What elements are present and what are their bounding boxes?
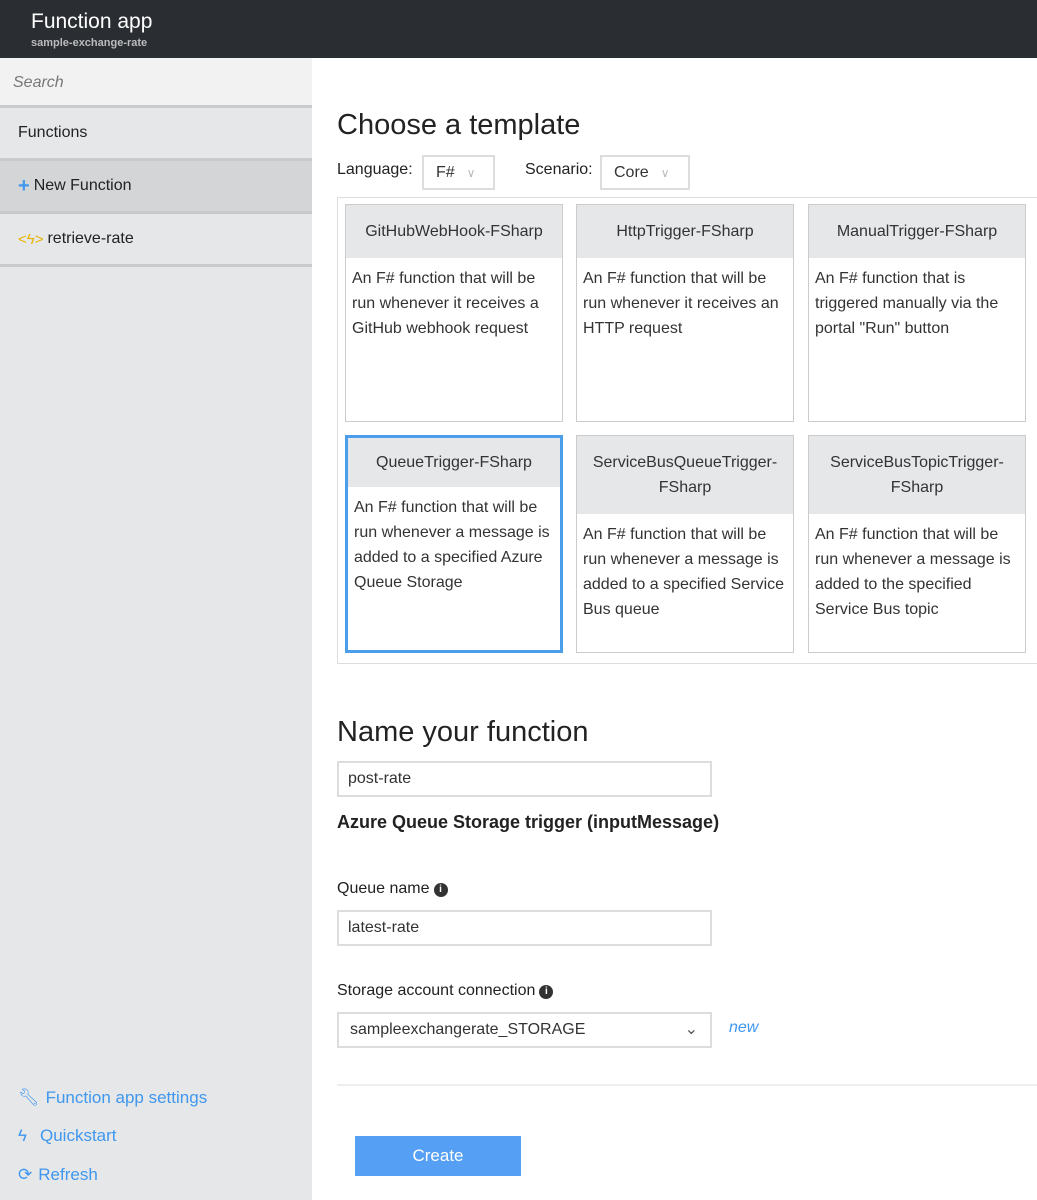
template-name: ManualTrigger-FSharp xyxy=(809,205,1025,258)
template-name: QueueTrigger-FSharp xyxy=(348,438,560,487)
link-label: Quickstart xyxy=(40,1126,117,1145)
create-button[interactable]: Create xyxy=(355,1136,521,1176)
page-title: Choose a template xyxy=(337,109,581,141)
refresh-icon: ⟳ xyxy=(18,1165,33,1184)
template-name: HttpTrigger-FSharp xyxy=(577,205,793,258)
sidebar-item-retrieve-rate[interactable]: <ϟ> retrieve-rate xyxy=(0,214,312,267)
template-card[interactable]: ServiceBusTopicTrigger-FSharp An F# funct… xyxy=(808,435,1026,653)
sidebar-item-label: Functions xyxy=(18,124,88,141)
function-name-input[interactable]: post-rate xyxy=(337,761,712,797)
app-subtitle: sample-exchange-rate xyxy=(31,37,148,49)
sidebar-item-functions[interactable]: Functions xyxy=(0,108,312,161)
trigger-title: Azure Queue Storage trigger (inputMessag… xyxy=(337,812,720,832)
queue-name-label: Queue name i xyxy=(337,880,448,898)
search-input[interactable]: Search xyxy=(0,58,312,108)
template-name: ServiceBusQueueTrigger-FSharp xyxy=(577,436,793,514)
name-section-title: Name your function xyxy=(337,716,589,748)
template-name: GitHubWebHook-FSharp xyxy=(346,205,562,258)
scenario-label: Scenario: xyxy=(525,161,593,178)
link-label: Refresh xyxy=(38,1165,98,1184)
scenario-value: Core xyxy=(614,164,649,181)
sidebar-item-new-function[interactable]: + New Function xyxy=(0,161,312,214)
sidebar-item-label: New Function xyxy=(33,177,132,194)
info-icon[interactable]: i xyxy=(539,985,554,999)
storage-label: Storage account connection i xyxy=(337,982,554,1000)
function-app-settings-link[interactable]: 🔧︎ Function app settings xyxy=(18,1088,207,1108)
bolt-icon: ϟ xyxy=(18,1126,27,1145)
storage-value: sampleexchangerate_STORAGE xyxy=(350,1021,586,1038)
sidebar: Search Functions + New Function <ϟ> retrie… xyxy=(0,58,312,1200)
new-connection-link[interactable]: new xyxy=(729,1019,758,1037)
language-dropdown[interactable]: F# ∨ xyxy=(422,155,495,190)
refresh-link[interactable]: ⟳ Refresh xyxy=(18,1165,98,1185)
wrench-icon: 🔧︎ xyxy=(18,1088,40,1107)
chevron-down-icon: ∨ xyxy=(660,166,670,180)
chevron-down-icon: ⌄ xyxy=(684,1021,698,1038)
language-value: F# xyxy=(436,164,455,181)
template-card[interactable]: GitHubWebHook-FSharp An F# function that … xyxy=(345,204,563,422)
template-grid: GitHubWebHook-FSharp An F# function that … xyxy=(337,197,1037,664)
function-icon: <ϟ> xyxy=(18,230,44,248)
template-name: ServiceBusTopicTrigger-FSharp xyxy=(809,436,1025,514)
template-description: An F# function that will be run whenever… xyxy=(815,526,1011,618)
template-card[interactable]: HttpTrigger-FSharp An F# function that wi… xyxy=(576,204,794,422)
app-header: Function app sample-exchange-rate xyxy=(0,0,1037,58)
app-title: Function app xyxy=(31,10,153,33)
language-label: Language: xyxy=(337,161,413,178)
sidebar-item-label: retrieve-rate xyxy=(47,230,134,247)
template-description: An F# function that will be run whenever… xyxy=(583,526,785,618)
template-description: An F# function that will be run whenever… xyxy=(354,499,550,591)
template-description: An F# function that is triggered manuall… xyxy=(815,270,999,337)
plus-icon: + xyxy=(18,174,30,197)
quickstart-link[interactable]: ϟ Quickstart xyxy=(18,1126,117,1146)
template-card[interactable]: ServiceBusQueueTrigger-FSharp An F# funct… xyxy=(576,435,794,653)
template-card-selected[interactable]: QueueTrigger-FSharp An F# function that w… xyxy=(345,435,563,653)
queue-name-text: Queue name xyxy=(337,880,430,897)
scenario-dropdown[interactable]: Core ∨ xyxy=(600,155,690,190)
info-icon[interactable]: i xyxy=(433,883,448,897)
template-description: An F# function that will be run whenever… xyxy=(583,270,779,337)
queue-name-input[interactable]: latest-rate xyxy=(337,910,712,946)
storage-text: Storage account connection xyxy=(337,982,536,999)
template-card[interactable]: ManualTrigger-FSharp An F# function that … xyxy=(808,204,1026,422)
link-label: Function app settings xyxy=(45,1088,208,1107)
chevron-down-icon: ∨ xyxy=(466,166,476,180)
template-description: An F# function that will be run whenever… xyxy=(352,270,539,337)
storage-connection-select[interactable]: sampleexchangerate_STORAGE ⌄ xyxy=(337,1012,712,1048)
